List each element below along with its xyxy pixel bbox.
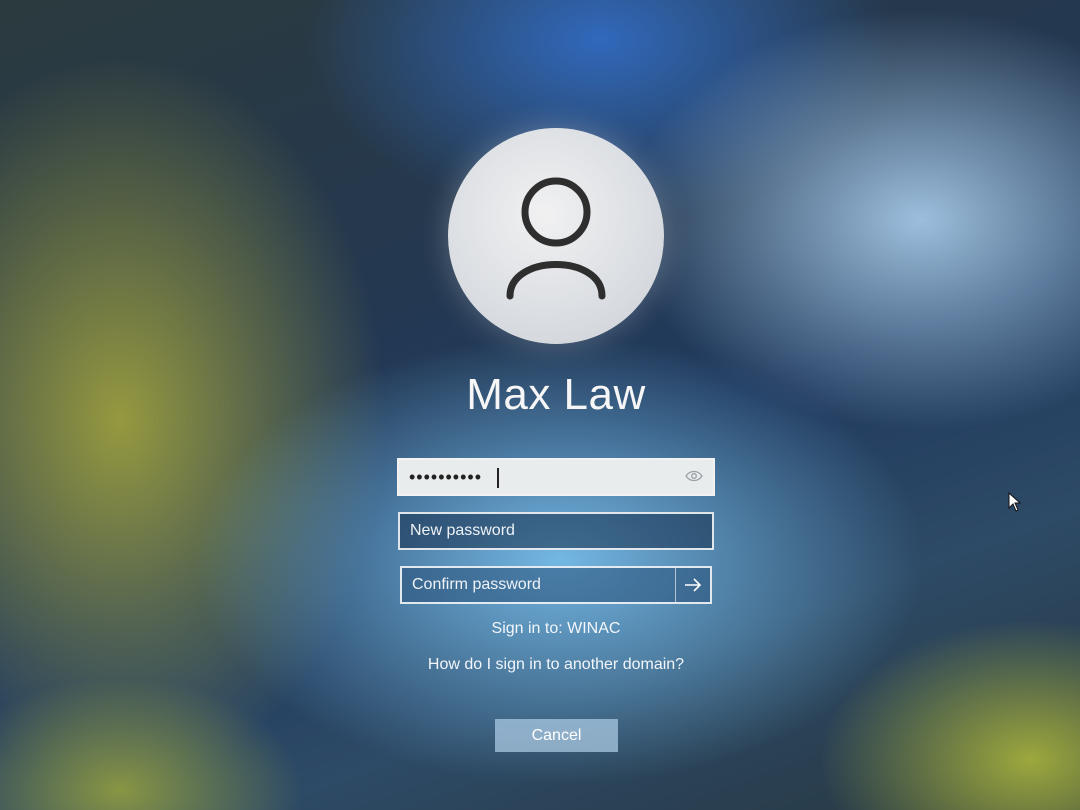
confirm-password-field[interactable] bbox=[400, 566, 712, 604]
text-caret bbox=[497, 468, 499, 488]
submit-button[interactable] bbox=[675, 568, 710, 602]
user-avatar bbox=[448, 128, 664, 344]
current-password-field[interactable]: •••••••••• bbox=[397, 458, 715, 496]
user-silhouette-icon bbox=[506, 177, 606, 300]
mouse-pointer-icon bbox=[1008, 491, 1022, 516]
sign-in-domain-text: Sign in to: WINAC bbox=[491, 620, 621, 637]
new-password-input[interactable] bbox=[400, 514, 712, 548]
eye-icon[interactable] bbox=[685, 469, 703, 488]
another-domain-link[interactable]: How do I sign in to another domain? bbox=[340, 656, 772, 674]
password-mask: •••••••••• bbox=[409, 467, 483, 487]
cancel-button[interactable]: Cancel bbox=[495, 719, 618, 752]
new-password-field[interactable] bbox=[398, 512, 714, 550]
arrow-right-icon bbox=[685, 578, 702, 592]
username-label: Max Law bbox=[466, 370, 646, 419]
confirm-password-input[interactable] bbox=[402, 568, 678, 602]
